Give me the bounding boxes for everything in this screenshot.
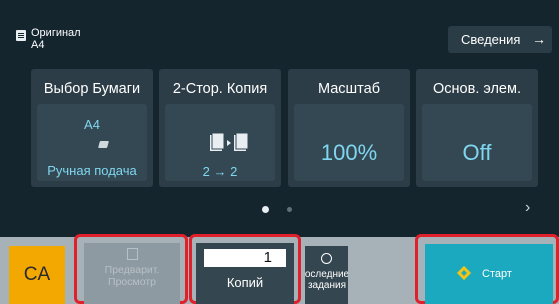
preview-button[interactable]: Предварит. Просмотр bbox=[84, 243, 180, 304]
duplex-copy-icon bbox=[210, 133, 249, 151]
paper-size: A4 bbox=[84, 117, 100, 132]
original-size: A4 bbox=[31, 39, 45, 51]
zoom-value: 100% bbox=[320, 140, 378, 165]
paper-tray-icon bbox=[98, 141, 109, 148]
tile-duplex-copy[interactable]: 2-Стор. Копия 2 → 2 bbox=[159, 69, 281, 187]
tile-paper-select[interactable]: Выбор Бумаги A4 Ручная подача bbox=[31, 69, 153, 187]
chevron-right-icon[interactable]: › bbox=[525, 199, 530, 217]
clear-all-button[interactable]: CA bbox=[9, 246, 65, 304]
page-dot-active[interactable] bbox=[262, 206, 269, 213]
details-button[interactable]: Сведения → bbox=[448, 26, 552, 53]
recent-jobs-button[interactable]: оследние задания bbox=[305, 246, 348, 304]
start-button[interactable]: Старт bbox=[425, 244, 553, 304]
preview-label-2: Просмотр bbox=[108, 276, 156, 288]
copies-value: 1 bbox=[263, 249, 272, 266]
tile-zoom[interactable]: Масштаб 100% bbox=[288, 69, 410, 187]
document-icon bbox=[16, 30, 26, 41]
copies-input[interactable]: 1 bbox=[204, 249, 286, 267]
recent-label-2: задания bbox=[307, 280, 347, 291]
tile-title: Основ. элем. bbox=[433, 81, 521, 97]
copies-control[interactable]: 1 Копий bbox=[196, 243, 294, 304]
preview-label-1: Предварит. bbox=[104, 264, 160, 276]
paper-source: Ручная подача bbox=[47, 163, 137, 178]
duplex-mode: 2 → 2 bbox=[202, 164, 238, 179]
tile-basic-elements[interactable]: Основ. элем. Off bbox=[416, 69, 538, 187]
page-dot[interactable] bbox=[287, 207, 292, 212]
details-label: Сведения bbox=[461, 32, 521, 47]
tile-title: 2-Стор. Копия bbox=[172, 81, 268, 97]
basic-elements-value: Off bbox=[462, 140, 492, 165]
tile-title: Выбор Бумаги bbox=[43, 81, 141, 97]
start-icon bbox=[456, 265, 472, 281]
copies-label: Копий bbox=[226, 275, 264, 290]
start-label: Старт bbox=[482, 268, 512, 280]
recent-label-1: оследние bbox=[305, 269, 348, 280]
clock-icon bbox=[321, 253, 332, 264]
arrow-right-icon: → bbox=[532, 31, 546, 47]
preview-icon bbox=[126, 248, 138, 260]
tile-title: Масштаб bbox=[317, 81, 381, 97]
original-label: Оригинал bbox=[31, 27, 81, 39]
